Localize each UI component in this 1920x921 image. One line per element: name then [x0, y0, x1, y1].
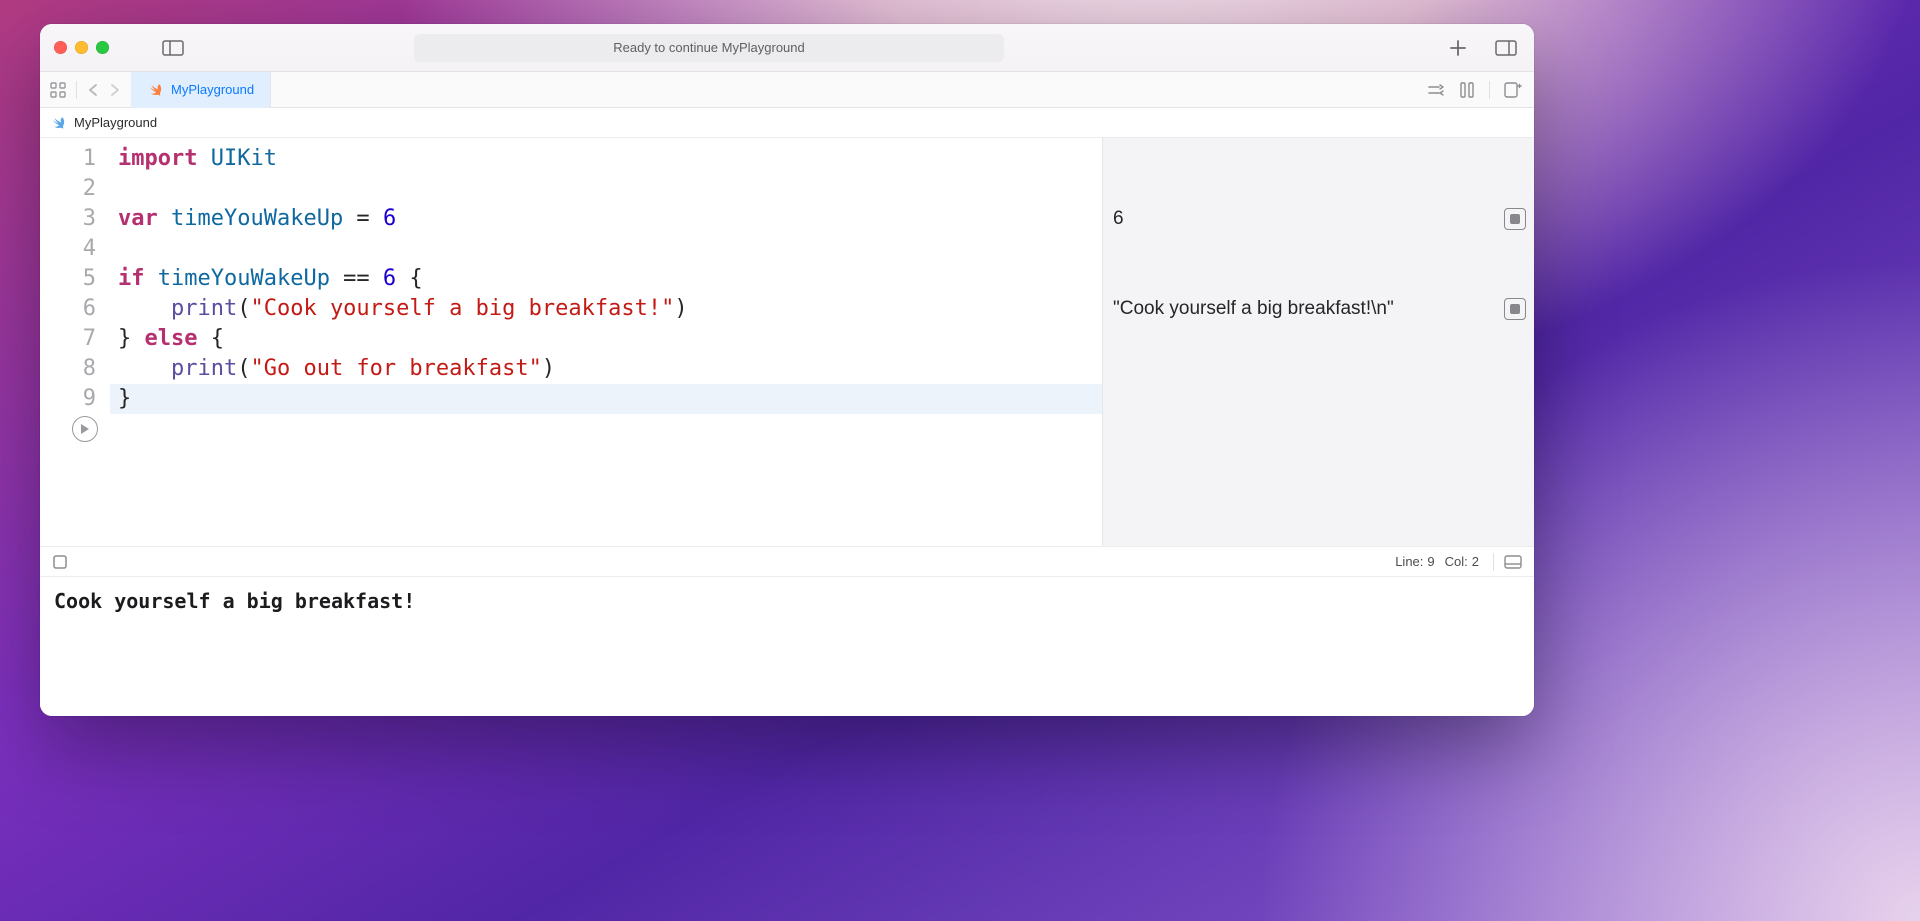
cursor-col-value: 2: [1472, 554, 1479, 569]
code-area[interactable]: import UIKit var timeYouWakeUp = 6 if time…: [110, 138, 1102, 546]
result-row: 6: [1103, 204, 1534, 234]
activity-status: Ready to continue MyPlayground: [414, 34, 1004, 62]
result-row: [1103, 234, 1534, 264]
result-row: [1103, 264, 1534, 294]
source-editor[interactable]: 123456789 import UIKit var timeYouWakeUp …: [40, 138, 1102, 546]
code-review-icon[interactable]: [1427, 83, 1445, 97]
line-number: 4: [40, 234, 96, 264]
titlebar: Ready to continue MyPlayground: [40, 24, 1534, 72]
code-line[interactable]: [110, 174, 1102, 204]
result-row: [1103, 354, 1534, 384]
add-editor-icon[interactable]: [1504, 82, 1522, 98]
code-line[interactable]: print("Go out for breakfast"): [110, 354, 1102, 384]
result-row: [1103, 324, 1534, 354]
window-controls: [54, 41, 109, 54]
console-output: Cook yourself a big breakfast!: [54, 589, 415, 613]
nav-forward-icon[interactable]: [109, 83, 121, 97]
library-toggle-button[interactable]: [1492, 36, 1520, 60]
result-row: [1103, 144, 1534, 174]
tab-label: MyPlayground: [171, 82, 254, 97]
tab-myplayground[interactable]: MyPlayground: [131, 72, 271, 107]
navigator-toggle-button[interactable]: [159, 36, 187, 60]
line-number: 8: [40, 354, 96, 384]
sidebar-left-icon: [162, 40, 184, 56]
xcode-window: Ready to continue MyPlayground: [40, 24, 1534, 716]
line-number: 3: [40, 204, 96, 234]
related-items-icon[interactable]: [50, 82, 66, 98]
line-number: 7: [40, 324, 96, 354]
code-line[interactable]: if timeYouWakeUp == 6 {: [110, 264, 1102, 294]
zoom-window-button[interactable]: [96, 41, 109, 54]
code-line[interactable]: } else {: [110, 324, 1102, 354]
quick-look-button[interactable]: [1504, 208, 1526, 230]
swift-icon: [147, 82, 163, 98]
play-icon: [80, 423, 90, 435]
plus-icon: [1449, 39, 1467, 57]
tab-bar: MyPlayground: [40, 72, 1534, 108]
tab-nav-controls: [40, 72, 131, 107]
sidebar-right-icon: [1495, 40, 1517, 56]
debug-area-toggle-icon[interactable]: [1504, 555, 1522, 569]
line-number: 5: [40, 264, 96, 294]
result-value: "Cook yourself a big breakfast!\n": [1113, 298, 1394, 320]
result-value: 6: [1113, 208, 1124, 230]
minimize-window-button[interactable]: [75, 41, 88, 54]
close-window-button[interactable]: [54, 41, 67, 54]
code-line[interactable]: print("Cook yourself a big breakfast!"): [110, 294, 1102, 324]
code-line[interactable]: import UIKit: [110, 144, 1102, 174]
debug-console[interactable]: Cook yourself a big breakfast!: [40, 576, 1534, 716]
jump-bar-path: MyPlayground: [74, 115, 157, 130]
line-number: 9: [40, 384, 96, 414]
breakpoint-toggle-icon[interactable]: [52, 554, 68, 570]
cursor-col-label: Col:: [1445, 554, 1468, 569]
cursor-line-value: 9: [1427, 554, 1434, 569]
result-row: "Cook yourself a big breakfast!\n": [1103, 294, 1534, 324]
code-line[interactable]: [110, 234, 1102, 264]
line-number: 6: [40, 294, 96, 324]
code-line[interactable]: }: [110, 384, 1102, 414]
line-number-gutter: 123456789: [40, 138, 110, 546]
jump-bar[interactable]: MyPlayground: [40, 108, 1534, 138]
result-row: [1103, 174, 1534, 204]
adjust-editor-icon[interactable]: [1459, 82, 1475, 98]
result-row: [1103, 384, 1534, 414]
add-button[interactable]: [1444, 36, 1472, 60]
quick-look-button[interactable]: [1504, 298, 1526, 320]
square-icon: [1510, 214, 1520, 224]
line-number: 2: [40, 174, 96, 204]
editor-status-bar: Line: 9 Col: 2: [40, 546, 1534, 576]
run-playground-button[interactable]: [72, 416, 98, 442]
cursor-line-label: Line:: [1395, 554, 1423, 569]
editor-split: 123456789 import UIKitvar timeYouWakeUp …: [40, 138, 1534, 546]
square-icon: [1510, 304, 1520, 314]
swift-icon: [50, 115, 66, 131]
code-line[interactable]: var timeYouWakeUp = 6: [110, 204, 1102, 234]
activity-status-text: Ready to continue MyPlayground: [613, 40, 805, 55]
results-sidebar: 6 "Cook yourself a big breakfast!\n": [1102, 138, 1534, 546]
line-number: 1: [40, 144, 96, 174]
nav-back-icon[interactable]: [87, 83, 99, 97]
